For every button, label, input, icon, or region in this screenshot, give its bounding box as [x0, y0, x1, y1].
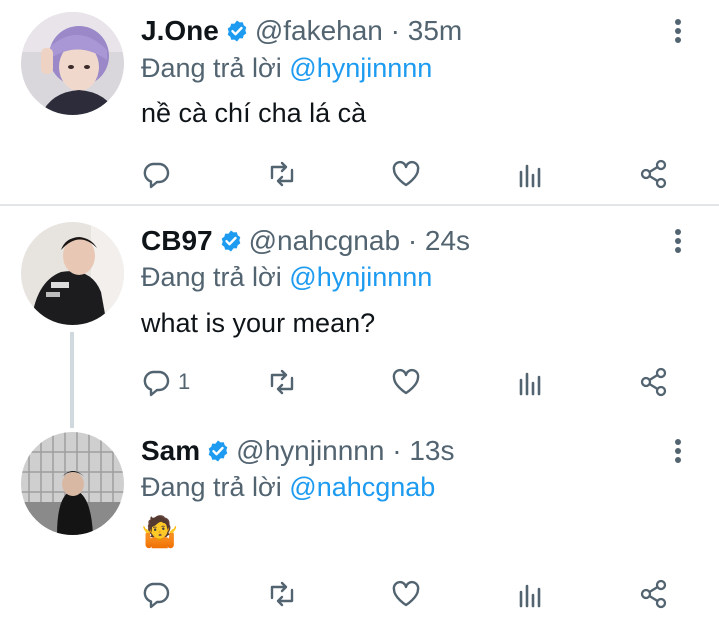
- avatar[interactable]: [21, 432, 124, 535]
- handle[interactable]: @nahcgnab: [249, 225, 400, 256]
- analytics-button[interactable]: [515, 574, 547, 614]
- retweet-button[interactable]: [266, 154, 298, 194]
- heart-icon: [392, 368, 420, 395]
- display-name[interactable]: CB97: [141, 225, 213, 256]
- divider: [0, 204, 719, 206]
- retweet-icon: [270, 581, 294, 607]
- reply-icon: [143, 162, 170, 189]
- tweet-1[interactable]: J.One @fakehan · 35m Đang trả lời @hynjin…: [0, 12, 719, 202]
- reply-mention[interactable]: @nahcgnab: [289, 472, 435, 502]
- tweet-header: J.One @fakehan · 35m: [141, 14, 462, 48]
- replying-to: Đang trả lời @hynjinnnn: [141, 260, 432, 294]
- more-vertical-icon[interactable]: [668, 14, 688, 48]
- action-bar: [0, 154, 719, 194]
- like-button[interactable]: [390, 154, 422, 194]
- timestamp[interactable]: · 13s: [392, 435, 454, 466]
- reply-icon: [143, 582, 170, 609]
- more-vertical-icon[interactable]: [668, 434, 688, 468]
- share-icon: [640, 159, 667, 189]
- tweet-header: Sam @hynjinnnn · 13s: [141, 434, 455, 468]
- retweet-icon: [270, 369, 294, 395]
- share-icon: [640, 367, 667, 397]
- display-name[interactable]: Sam: [141, 435, 200, 466]
- share-button[interactable]: [638, 154, 670, 194]
- avatar[interactable]: [21, 12, 124, 115]
- reply-mention[interactable]: @hynjinnnn: [289, 262, 432, 292]
- share-button[interactable]: [638, 362, 670, 402]
- handle[interactable]: @hynjinnnn: [236, 435, 384, 466]
- heart-icon: [392, 580, 420, 607]
- reply-icon: [143, 370, 170, 397]
- action-bar: [0, 574, 719, 614]
- more-vertical-icon[interactable]: [668, 224, 688, 258]
- like-button[interactable]: [390, 574, 422, 614]
- tweet-text: what is your mean?: [141, 308, 376, 338]
- verified-badge-icon: [206, 437, 230, 462]
- reply-button[interactable]: 1: [140, 362, 190, 402]
- analytics-icon: [519, 372, 541, 396]
- share-button[interactable]: [638, 574, 670, 614]
- reply-button[interactable]: [140, 154, 178, 194]
- reply-prefix: Đang trả lời: [141, 53, 282, 83]
- reply-count: 1: [178, 369, 191, 394]
- reply-button[interactable]: [140, 574, 178, 614]
- analytics-icon: [519, 584, 541, 608]
- tweet-text: 🤷: [141, 516, 179, 549]
- replying-to: Đang trả lời @hynjinnnn: [141, 51, 432, 85]
- replying-to: Đang trả lời @nahcgnab: [141, 470, 435, 504]
- analytics-button[interactable]: [515, 154, 547, 194]
- timestamp[interactable]: · 35m: [391, 15, 463, 46]
- like-button[interactable]: [390, 362, 422, 402]
- verified-badge-icon: [219, 227, 243, 252]
- analytics-button[interactable]: [515, 362, 547, 402]
- retweet-icon: [270, 161, 294, 187]
- timestamp[interactable]: · 24s: [408, 225, 470, 256]
- tweet-3[interactable]: Sam @hynjinnnn · 13s Đang trả lời @nahcgn…: [0, 432, 719, 622]
- avatar[interactable]: [21, 222, 124, 325]
- retweet-button[interactable]: [266, 574, 298, 614]
- analytics-icon: [519, 164, 541, 188]
- verified-badge-icon: [225, 17, 249, 42]
- handle[interactable]: @fakehan: [255, 15, 383, 46]
- heart-icon: [392, 160, 420, 187]
- reply-prefix: Đang trả lời: [141, 262, 282, 292]
- retweet-button[interactable]: [266, 362, 298, 402]
- tweet-text: nề cà chí cha lá cà: [141, 98, 367, 128]
- reply-mention[interactable]: @hynjinnnn: [289, 53, 432, 83]
- tweet-2[interactable]: CB97 @nahcgnab · 24s Đang trả lời @hynjin…: [0, 222, 719, 428]
- tweet-header: CB97 @nahcgnab · 24s: [141, 224, 470, 258]
- reply-prefix: Đang trả lời: [141, 472, 282, 502]
- share-icon: [640, 579, 667, 609]
- display-name[interactable]: J.One: [141, 15, 219, 46]
- action-bar: 1: [0, 362, 719, 402]
